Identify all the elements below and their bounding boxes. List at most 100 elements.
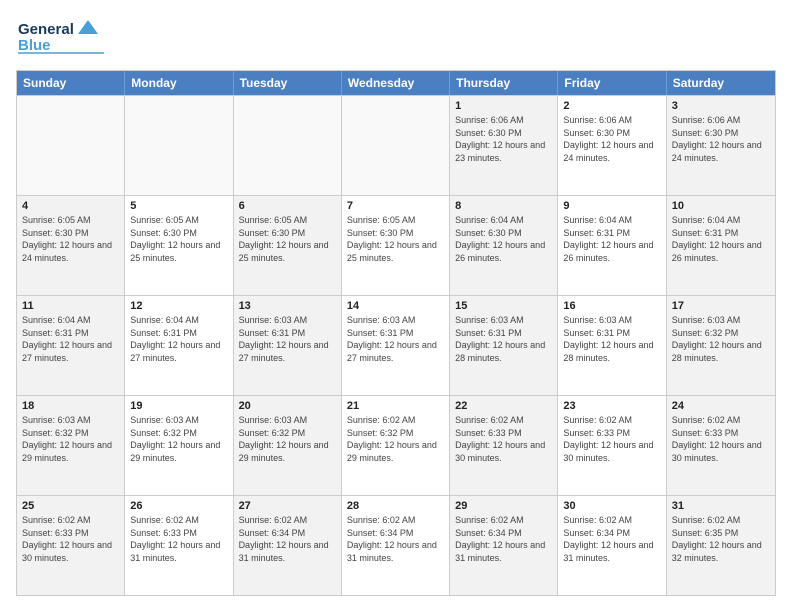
calendar-cell-25: 25Sunrise: 6:02 AM Sunset: 6:33 PM Dayli… (17, 496, 125, 595)
day-header-monday: Monday (125, 71, 233, 95)
calendar-cell-13: 13Sunrise: 6:03 AM Sunset: 6:31 PM Dayli… (234, 296, 342, 395)
calendar-cell-27: 27 Sunrise: 6:02 AM Sunset: 6:34 PM Dayli… (234, 496, 342, 595)
day-header-friday: Friday (558, 71, 666, 95)
cell-info: Sunrise: 6:02 AM Sunset: 6:33 PM Dayligh… (563, 414, 660, 464)
cell-info: Sunrise: 6:03 AM Sunset: 6:32 PM Dayligh… (22, 414, 119, 464)
calendar-cell-empty (342, 96, 450, 195)
calendar-cell-26: 26 Sunrise: 6:02 AM Sunset: 6:33 PM Dayli… (125, 496, 233, 595)
svg-text:Blue: Blue (18, 37, 51, 54)
cell-info: Sunrise: 6:02 AM Sunset: 6:35 PM Dayligh… (672, 514, 770, 564)
calendar-body: 1 Sunrise: 6:06 AM Sunset: 6:30 PM Daylig… (17, 95, 775, 595)
day-header-tuesday: Tuesday (234, 71, 342, 95)
calendar-cell-empty (234, 96, 342, 195)
cell-info: Sunrise: 6:03 AM Sunset: 6:32 PM Dayligh… (672, 314, 770, 364)
cell-info: Sunrise: 6:05 AM Sunset: 6:30 PM Dayligh… (347, 214, 444, 264)
calendar-cell-15: 15 Sunrise: 6:03 AM Sunset: 6:31 PM Dayli… (450, 296, 558, 395)
calendar-cell-31: 31 Sunrise: 6:02 AM Sunset: 6:35 PM Dayli… (667, 496, 775, 595)
calendar-cell-11: 11Sunrise: 6:04 AM Sunset: 6:31 PM Dayli… (17, 296, 125, 395)
day-number: 4 (22, 200, 119, 212)
cell-info: Sunrise: 6:04 AM Sunset: 6:30 PM Dayligh… (455, 214, 552, 264)
cell-info: Sunrise: 6:03 AM Sunset: 6:32 PM Dayligh… (130, 414, 227, 464)
cell-info: Sunrise: 6:04 AM Sunset: 6:31 PM Dayligh… (130, 314, 227, 364)
calendar-cell-19: 19 Sunrise: 6:03 AM Sunset: 6:32 PM Dayli… (125, 396, 233, 495)
day-number: 19 (130, 400, 227, 412)
day-number: 13 (239, 300, 336, 312)
cell-info: Sunrise: 6:02 AM Sunset: 6:33 PM Dayligh… (455, 414, 552, 464)
day-number: 29 (455, 500, 552, 512)
calendar-cell-6: 6Sunrise: 6:05 AM Sunset: 6:30 PM Daylig… (234, 196, 342, 295)
svg-text:General: General (18, 21, 74, 38)
calendar-cell-3: 3Sunrise: 6:06 AM Sunset: 6:30 PM Daylig… (667, 96, 775, 195)
cell-info: Sunrise: 6:03 AM Sunset: 6:31 PM Dayligh… (455, 314, 552, 364)
calendar-cell-16: 16 Sunrise: 6:03 AM Sunset: 6:31 PM Dayli… (558, 296, 666, 395)
calendar-cell-30: 30Sunrise: 6:02 AM Sunset: 6:34 PM Dayli… (558, 496, 666, 595)
day-number: 6 (239, 200, 336, 212)
day-number: 28 (347, 500, 444, 512)
day-number: 11 (22, 300, 119, 312)
day-header-wednesday: Wednesday (342, 71, 450, 95)
calendar-cell-empty (17, 96, 125, 195)
calendar-cell-28: 28 Sunrise: 6:02 AM Sunset: 6:34 PM Dayli… (342, 496, 450, 595)
cell-info: Sunrise: 6:02 AM Sunset: 6:34 PM Dayligh… (455, 514, 552, 564)
day-number: 31 (672, 500, 770, 512)
cell-info: Sunrise: 6:02 AM Sunset: 6:34 PM Dayligh… (347, 514, 444, 564)
calendar-cell-12: 12 Sunrise: 6:04 AM Sunset: 6:31 PM Dayli… (125, 296, 233, 395)
cell-info: Sunrise: 6:03 AM Sunset: 6:31 PM Dayligh… (563, 314, 660, 364)
calendar-cell-1: 1 Sunrise: 6:06 AM Sunset: 6:30 PM Daylig… (450, 96, 558, 195)
day-number: 14 (347, 300, 444, 312)
day-number: 3 (672, 100, 770, 112)
day-number: 23 (563, 400, 660, 412)
calendar-row-3: 18Sunrise: 6:03 AM Sunset: 6:32 PM Dayli… (17, 395, 775, 495)
calendar-cell-20: 20 Sunrise: 6:03 AM Sunset: 6:32 PM Dayli… (234, 396, 342, 495)
day-number: 9 (563, 200, 660, 212)
page: General Blue SundayMondayTuesdayWednesda… (0, 0, 792, 612)
calendar-row-2: 11 Sunrise: 6:04 AM Sunset: 6:31 PM Dayli… (17, 295, 775, 395)
cell-info: Sunrise: 6:05 AM Sunset: 6:30 PM Dayligh… (22, 214, 119, 264)
cell-info: Sunrise: 6:02 AM Sunset: 6:33 PM Dayligh… (130, 514, 227, 564)
calendar-cell-empty (125, 96, 233, 195)
cell-info: Sunrise: 6:02 AM Sunset: 6:33 PM Dayligh… (672, 414, 770, 464)
header: General Blue (16, 16, 776, 60)
day-number: 17 (672, 300, 770, 312)
calendar-cell-24: 24 Sunrise: 6:02 AM Sunset: 6:33 PM Dayli… (667, 396, 775, 495)
cell-info: Sunrise: 6:05 AM Sunset: 6:30 PM Dayligh… (130, 214, 227, 264)
calendar-cell-23: 23 Sunrise: 6:02 AM Sunset: 6:33 PM Dayli… (558, 396, 666, 495)
calendar-cell-7: 7 Sunrise: 6:05 AM Sunset: 6:30 PM Daylig… (342, 196, 450, 295)
day-number: 26 (130, 500, 227, 512)
cell-info: Sunrise: 6:04 AM Sunset: 6:31 PM Dayligh… (563, 214, 660, 264)
day-number: 7 (347, 200, 444, 212)
day-header-saturday: Saturday (667, 71, 775, 95)
day-number: 15 (455, 300, 552, 312)
day-number: 24 (672, 400, 770, 412)
cell-info: Sunrise: 6:06 AM Sunset: 6:30 PM Dayligh… (563, 114, 660, 164)
calendar-cell-9: 9 Sunrise: 6:04 AM Sunset: 6:31 PM Daylig… (558, 196, 666, 295)
calendar-row-4: 25Sunrise: 6:02 AM Sunset: 6:33 PM Dayli… (17, 495, 775, 595)
day-number: 1 (455, 100, 552, 112)
calendar-cell-8: 8 Sunrise: 6:04 AM Sunset: 6:30 PM Daylig… (450, 196, 558, 295)
day-number: 12 (130, 300, 227, 312)
cell-info: Sunrise: 6:02 AM Sunset: 6:34 PM Dayligh… (239, 514, 336, 564)
day-number: 16 (563, 300, 660, 312)
calendar-row-0: 1 Sunrise: 6:06 AM Sunset: 6:30 PM Daylig… (17, 95, 775, 195)
calendar-row-1: 4 Sunrise: 6:05 AM Sunset: 6:30 PM Daylig… (17, 195, 775, 295)
cell-info: Sunrise: 6:03 AM Sunset: 6:31 PM Dayligh… (347, 314, 444, 364)
cell-info: Sunrise: 6:03 AM Sunset: 6:32 PM Dayligh… (239, 414, 336, 464)
calendar-cell-10: 10 Sunrise: 6:04 AM Sunset: 6:31 PM Dayli… (667, 196, 775, 295)
cell-info: Sunrise: 6:06 AM Sunset: 6:30 PM Dayligh… (455, 114, 552, 164)
day-number: 22 (455, 400, 552, 412)
day-number: 20 (239, 400, 336, 412)
cell-info: Sunrise: 6:02 AM Sunset: 6:34 PM Dayligh… (563, 514, 660, 564)
cell-info: Sunrise: 6:02 AM Sunset: 6:33 PM Dayligh… (22, 514, 119, 564)
day-header-sunday: Sunday (17, 71, 125, 95)
day-number: 27 (239, 500, 336, 512)
day-number: 2 (563, 100, 660, 112)
logo: General Blue (16, 16, 106, 60)
day-number: 5 (130, 200, 227, 212)
day-number: 8 (455, 200, 552, 212)
day-number: 21 (347, 400, 444, 412)
cell-info: Sunrise: 6:04 AM Sunset: 6:31 PM Dayligh… (672, 214, 770, 264)
day-number: 10 (672, 200, 770, 212)
calendar-header: SundayMondayTuesdayWednesdayThursdayFrid… (17, 71, 775, 95)
calendar-cell-17: 17 Sunrise: 6:03 AM Sunset: 6:32 PM Dayli… (667, 296, 775, 395)
calendar-cell-5: 5 Sunrise: 6:05 AM Sunset: 6:30 PM Daylig… (125, 196, 233, 295)
